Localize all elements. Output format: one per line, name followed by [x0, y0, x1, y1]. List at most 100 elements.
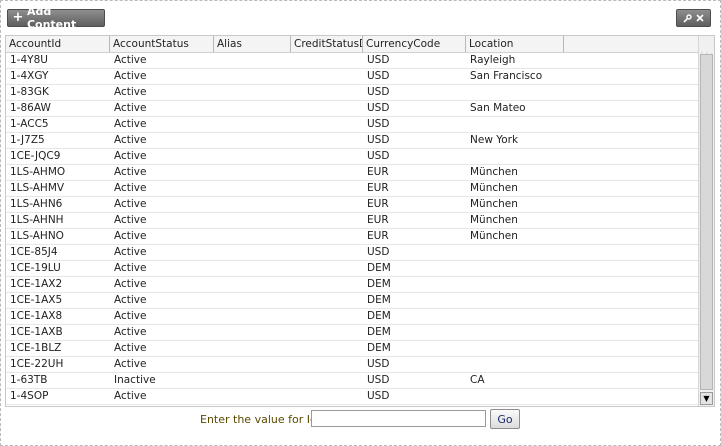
table-row[interactable]: 1LS-AHMV Active EUR München	[6, 181, 699, 197]
table-row[interactable]: 1-86AW Active USD San Mateo	[6, 101, 699, 117]
table-cell	[466, 293, 564, 308]
id-search-input[interactable]	[311, 410, 486, 427]
scroll-down-arrow-icon[interactable]: ▼	[700, 392, 713, 405]
table-row[interactable]: 1-63TB Inactive USD CA	[6, 373, 699, 389]
table-cell: 1-J7Z5	[10, 134, 45, 146]
table-cell: Active	[114, 86, 147, 98]
table-cell	[214, 277, 291, 292]
id-search-prompt: Enter the value for Id	[200, 413, 317, 426]
table-cell: Active	[114, 150, 147, 162]
table-row[interactable]: 1-ACC5 Active USD	[6, 117, 699, 133]
table-row[interactable]: 1LS-AHN6 Active EUR München	[6, 197, 699, 213]
table-cell	[214, 69, 291, 84]
table-cell	[291, 181, 363, 196]
table-cell	[291, 53, 363, 68]
table-cell	[466, 389, 564, 404]
scrollbar-thumb[interactable]	[700, 54, 713, 390]
table-row[interactable]: 1CE-1AX2 Active DEM	[6, 277, 699, 293]
go-button[interactable]: Go	[490, 409, 520, 429]
table-cell: Active	[114, 342, 147, 354]
table-cell: 1LS-AHNH	[10, 214, 64, 226]
table-cell: DEM	[367, 342, 391, 354]
table-cell: Active	[114, 118, 147, 130]
table-cell: 1CE-19LU	[10, 262, 61, 274]
column-header[interactable]: CurrencyCode	[363, 36, 466, 52]
vertical-scrollbar[interactable]: ▼	[698, 36, 714, 406]
table-cell	[291, 325, 363, 340]
close-icon[interactable]	[696, 14, 704, 22]
table-row[interactable]: 1LS-AHNH Active EUR München	[6, 213, 699, 229]
table-row[interactable]: 1CE-19LU Active DEM	[6, 261, 699, 277]
table-cell	[214, 181, 291, 196]
table-cell: 1LS-AHMV	[10, 182, 65, 194]
table-row[interactable]: 1-83GK Active USD	[6, 85, 699, 101]
table-row[interactable]: 1LS-AHNO Active EUR München	[6, 229, 699, 245]
table-cell: 1-63TB	[10, 374, 48, 386]
table-cell	[214, 341, 291, 356]
table-cell	[291, 85, 363, 100]
table-cell	[466, 357, 564, 372]
table-cell	[291, 389, 363, 404]
table-cell: 1-ACC5	[10, 118, 49, 130]
table-cell: Active	[114, 358, 147, 370]
table-cell	[291, 229, 363, 244]
table-row[interactable]: 1CE-22UH Active USD	[6, 357, 699, 373]
table-cell: 1-4XGY	[10, 70, 49, 82]
table-row[interactable]: 1-4XGY Active USD San Francisco	[6, 69, 699, 85]
table-cell: Active	[114, 326, 147, 338]
table-cell: Active	[114, 198, 147, 210]
table-cell: Active	[114, 70, 147, 82]
table-row[interactable]: 1LS-AHMO Active EUR München	[6, 165, 699, 181]
table-cell: 1CE-1AX8	[10, 310, 63, 322]
column-header[interactable]: AccountStatus	[110, 36, 214, 52]
table-cell: San Francisco	[470, 70, 543, 82]
table-row[interactable]: 1-4SOP Active USD	[6, 389, 699, 405]
table-cell	[214, 117, 291, 132]
table-cell: USD	[367, 358, 390, 370]
column-header[interactable]: Location	[466, 36, 564, 52]
region-tools-button[interactable]	[676, 9, 711, 27]
table-cell: 1-4Y8U	[10, 54, 48, 66]
table-cell	[466, 85, 564, 100]
plus-icon: +	[12, 10, 24, 25]
table-cell	[291, 261, 363, 276]
table-cell: 1LS-AHMO	[10, 166, 66, 178]
table-cell: Inactive	[114, 374, 156, 386]
table-row[interactable]: 1CE-JQC9 Active USD	[6, 149, 699, 165]
table-cell: EUR	[367, 166, 389, 178]
table-cell: München	[470, 182, 518, 194]
table-cell: München	[470, 230, 518, 242]
table-cell	[291, 373, 363, 388]
column-header[interactable]: Alias	[214, 36, 291, 52]
table-cell: Rayleigh	[470, 54, 516, 66]
table-row[interactable]: 1-J7Z5 Active USD New York	[6, 133, 699, 149]
table-cell	[466, 325, 564, 340]
table-cell: Active	[114, 230, 147, 242]
table-cell: DEM	[367, 278, 391, 290]
table-cell: 1CE-1AX2	[10, 278, 63, 290]
table-cell	[291, 69, 363, 84]
table-row[interactable]: 1CE-1AXB Active DEM	[6, 325, 699, 341]
table-row[interactable]: 1CE-85J4 Active USD	[6, 245, 699, 261]
table-cell: USD	[367, 102, 390, 114]
table-row[interactable]: 1CE-1AX8 Active DEM	[6, 309, 699, 325]
table-cell	[291, 101, 363, 116]
table-cell	[466, 341, 564, 356]
table-cell: New York	[470, 134, 519, 146]
table-cell	[466, 149, 564, 164]
table-row[interactable]: 1-4Y8U Active USD Rayleigh	[6, 53, 699, 69]
table-cell: 1CE-JQC9	[10, 150, 61, 162]
table-cell	[214, 85, 291, 100]
table-cell	[214, 309, 291, 324]
column-header[interactable]: AccountId	[6, 36, 110, 52]
table-cell: USD	[367, 374, 390, 386]
table-cell	[214, 213, 291, 228]
table-row[interactable]: 1CE-1AX5 Active DEM	[6, 293, 699, 309]
add-content-button[interactable]: + Add Content	[7, 5, 105, 31]
table-cell: EUR	[367, 182, 389, 194]
column-header[interactable]: CreditStatusD	[291, 36, 363, 52]
table-cell: EUR	[367, 214, 389, 226]
table-cell: München	[470, 166, 518, 178]
table-cell: 1CE-85J4	[10, 246, 58, 258]
table-row[interactable]: 1CE-1BLZ Active DEM	[6, 341, 699, 357]
